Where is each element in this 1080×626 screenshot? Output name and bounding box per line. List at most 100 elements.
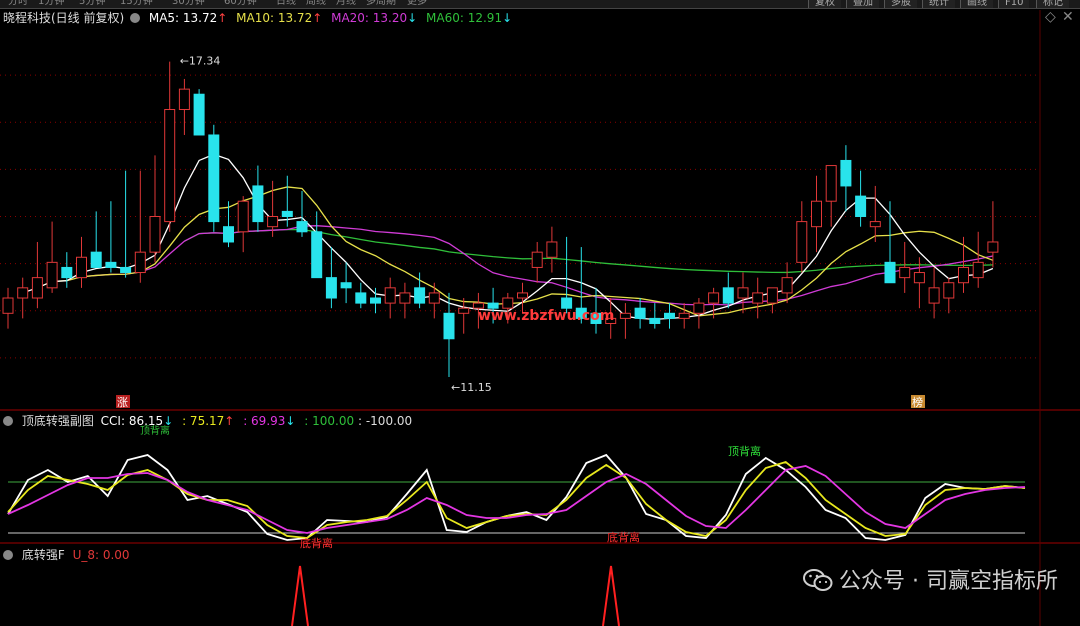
candle-body <box>943 282 955 299</box>
cci-v3-arrow: ↓ <box>285 414 296 428</box>
candle-body <box>619 312 631 319</box>
cci-fast-line <box>7 453 1026 541</box>
candle-body <box>766 287 778 304</box>
candle-body <box>178 88 190 111</box>
candle-body <box>517 292 528 299</box>
candle-body <box>443 312 455 340</box>
candle-body <box>267 216 279 228</box>
cci-upper: : 100.00 <box>304 414 355 428</box>
ma10-arrow: ↑ <box>312 11 323 25</box>
candle-body <box>17 287 29 299</box>
candle-body <box>193 93 205 136</box>
cci-bottom-divergence-label-2: 底背离 <box>607 530 640 544</box>
site-watermark: www.zbzfwu.com <box>478 308 614 324</box>
cci-v2: : 75.17 <box>182 414 225 428</box>
candle-body <box>46 261 58 289</box>
candle-body <box>61 266 73 279</box>
tag-left: 涨 <box>117 396 128 409</box>
cci-lower: : -100.00 <box>357 414 413 428</box>
candle-body <box>678 312 690 319</box>
candle-body <box>134 251 146 274</box>
high-price-label: ←17.34 <box>180 55 221 68</box>
candle-body <box>296 221 308 233</box>
cci-settings-circle-icon[interactable] <box>3 416 13 426</box>
cci-bottom-divergence-label-1: 底背离 <box>300 536 333 550</box>
main-legend: 晓程科技(日线 前复权) MA5: 13.72↑ MA10: 13.72↑ MA… <box>3 11 517 25</box>
main-title: 晓程科技(日线 前复权) <box>3 11 125 25</box>
candle-body <box>928 287 940 304</box>
candle-body <box>958 266 969 284</box>
candle-body <box>634 307 646 319</box>
signal-value: U_8: 0.00 <box>72 548 130 562</box>
cci-value: CCI: 86.15 <box>100 414 164 428</box>
candle-body <box>120 266 132 274</box>
candle-body <box>370 297 381 304</box>
candle-body <box>531 251 543 268</box>
candle-body <box>340 282 352 289</box>
candle-body <box>972 261 984 279</box>
candle-body <box>649 317 661 324</box>
candle-body <box>237 200 249 233</box>
signal-settings-circle-icon[interactable] <box>3 550 13 560</box>
signal-spike-0 <box>291 565 309 626</box>
candle-body <box>355 292 367 304</box>
candle-body <box>76 256 87 279</box>
candle-body <box>825 165 837 202</box>
kline-chart-svg: ←17.34←11.15www.zbzfwu.com涨 榜顶背离底背离 底背离顶背离 <box>0 10 1080 626</box>
candle-body <box>781 277 793 294</box>
candle-body <box>252 185 264 223</box>
candle-body <box>722 287 734 304</box>
candle-body <box>428 292 440 304</box>
candle-body <box>855 195 867 218</box>
ma20-label: MA20: 13.20 <box>331 11 408 25</box>
candle-body <box>31 277 43 299</box>
footer-watermark: 公众号 · 司赢空指标所 <box>803 563 1058 595</box>
cci-panel-title: 顶底转强副图 <box>21 414 94 428</box>
low-price-label: ←11.15 <box>451 381 492 394</box>
cci-v3: : 69.93 <box>243 414 286 428</box>
candle-body <box>149 216 161 253</box>
candle-body <box>664 312 675 319</box>
candle-body <box>281 210 293 218</box>
ma20-arrow: ↓ <box>407 11 418 25</box>
ma10-label: MA10: 13.72 <box>236 11 313 25</box>
candle-body <box>311 231 323 279</box>
candle-body <box>384 287 396 304</box>
candle-body <box>399 292 411 304</box>
cci-arrow: ↓ <box>163 414 174 428</box>
candle-body <box>2 297 14 314</box>
close-icon[interactable]: ✕ <box>1062 9 1074 25</box>
candle-body <box>105 261 117 268</box>
candle-body <box>208 134 220 223</box>
ma10-line <box>37 186 994 317</box>
ma5-label: MA5: 13.72 <box>148 11 218 25</box>
signal-panel-title: 底转强F <box>21 548 65 562</box>
candle-body <box>546 241 558 258</box>
tag-right: 榜 <box>912 395 923 409</box>
diamond-icon[interactable]: ◇ <box>1045 9 1056 25</box>
cci-legend: 顶底转强副图 CCI: 86.15↓ : 75.17↑ : 69.93↓ : 1… <box>3 414 417 428</box>
candle-body <box>414 287 426 304</box>
ma60-arrow: ↓ <box>502 11 513 25</box>
cci-v2-arrow: ↑ <box>224 414 235 428</box>
cci-mid-line <box>7 461 1026 539</box>
signal-spike-1 <box>602 565 620 626</box>
candle-body <box>502 297 514 309</box>
cci-top-divergence-label: 顶背离 <box>728 444 761 458</box>
candle-body <box>913 272 925 284</box>
candle-body <box>737 287 749 299</box>
candle-body <box>899 266 911 279</box>
signal-legend: 底转强F U_8: 0.00 <box>3 548 135 562</box>
candle-body <box>811 200 822 228</box>
settings-circle-icon[interactable] <box>130 13 141 23</box>
wechat-icon <box>803 569 833 591</box>
candle-body <box>884 261 896 284</box>
footer-watermark-text: 公众号 · 司赢空指标所 <box>839 569 1058 594</box>
ma60-label: MA60: 12.91 <box>426 11 503 25</box>
candle-body <box>752 292 764 304</box>
ma60-line <box>184 228 993 274</box>
candle-body <box>164 109 176 223</box>
candle-body <box>796 221 808 263</box>
candle-body <box>840 159 852 187</box>
kline-terminal: { "colors":{"up":"#e03838","down":"#29e3… <box>0 0 1080 626</box>
